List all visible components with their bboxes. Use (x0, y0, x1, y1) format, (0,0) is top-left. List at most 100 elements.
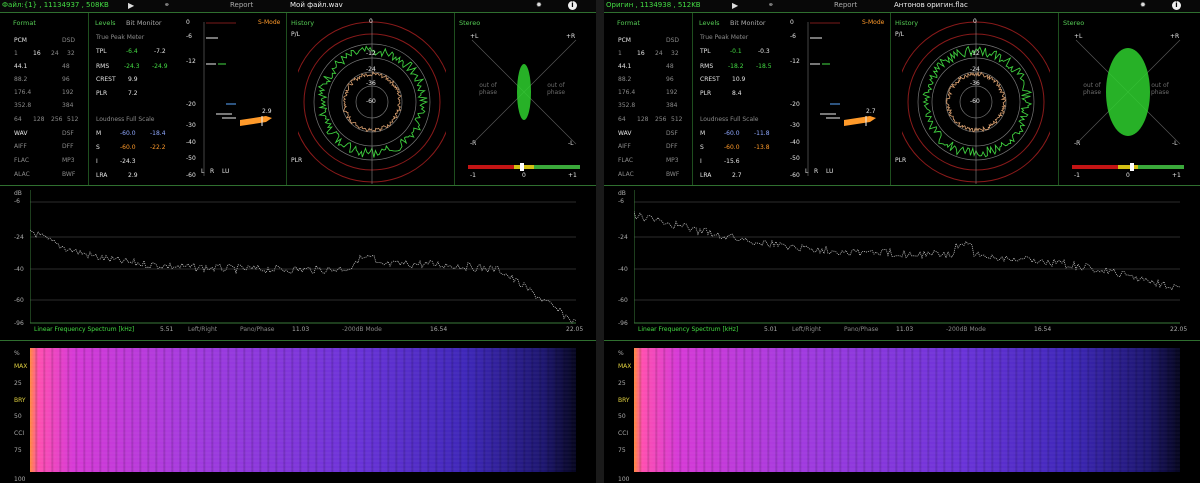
spectrum-x-2: 11.03 (292, 326, 310, 333)
history-ring-0: 0 (369, 18, 373, 25)
mode-200db[interactable]: -200dB Mode (946, 326, 986, 333)
format-option: 16 (33, 50, 41, 57)
smode-meter (203, 22, 272, 176)
info-icon[interactable]: i (1172, 1, 1181, 10)
format-option: DSD (62, 37, 76, 44)
spectrum-y-tick: -60 (14, 297, 24, 304)
spectrum-x-3: 16.54 (430, 326, 448, 333)
info-icon[interactable]: i (568, 1, 577, 10)
spectrogram-label: 75 (618, 447, 626, 454)
format-option: 88.2 (14, 76, 28, 83)
plr-value: 7.2 (128, 90, 138, 97)
mode-left-right[interactable]: Left/Right (792, 326, 821, 333)
report-button[interactable]: Report (834, 1, 857, 10)
tpl-label: TPL (700, 48, 711, 55)
spectrogram-label: CCI (14, 430, 25, 437)
microscope-icon[interactable]: ⚭ (164, 1, 170, 10)
m-label: M (700, 130, 706, 137)
file-info: Файл:{1} , 11134937 , 508KB (2, 1, 109, 9)
smode-scale-label: -40 (790, 139, 800, 146)
history-ring-24: -24 (366, 66, 376, 73)
format-option: 64 (618, 116, 626, 123)
smode-scale-label: -50 (790, 155, 800, 162)
format-option: 1 (14, 50, 18, 57)
plr-value: 8.4 (732, 90, 742, 97)
mode-200db[interactable]: -200dB Mode (342, 326, 382, 333)
bit-monitor-label[interactable]: Bit Monitor (126, 19, 162, 27)
gear-icon[interactable]: ✹ (1140, 1, 1146, 10)
spectrum-y-tick: -24 (618, 234, 628, 241)
spectrum-plot (30, 190, 576, 324)
top-bar: Оригин , 1134938 , 512KB ▶ ⚭ Report Анто… (604, 0, 1200, 13)
spectrogram-label: 25 (14, 380, 22, 387)
spectrum-x-1: 5.01 (764, 326, 778, 333)
spectrogram-label: MAX (618, 363, 632, 370)
smode-scale-label: -40 (186, 139, 196, 146)
spectrum-y-tick: -96 (618, 320, 628, 327)
mode-left-right[interactable]: Left/Right (188, 326, 217, 333)
stereo-goniometer (471, 39, 577, 145)
smode-foot-r: R (210, 168, 215, 175)
tpl-right: -7.2 (154, 48, 166, 55)
history-ring-60: -60 (366, 98, 376, 105)
smode-foot-l: L (201, 168, 205, 175)
play-icon[interactable]: ▶ (128, 1, 134, 10)
bit-monitor-label[interactable]: Bit Monitor (730, 19, 766, 27)
smode-value: 2.7 (866, 108, 876, 115)
tpl-left: -6.4 (126, 48, 138, 55)
format-option: 44.1 (14, 63, 28, 70)
spectrogram-label: 100 (14, 476, 26, 483)
format-option: 192 (666, 89, 678, 96)
m-value-a: -60.0 (120, 130, 136, 137)
smode-foot-lu: LU (222, 168, 230, 175)
smode-scale-label: -12 (186, 58, 196, 65)
play-icon[interactable]: ▶ (732, 1, 738, 10)
format-option: 16 (637, 50, 645, 57)
format-option: 512 (67, 116, 79, 123)
mode-pano-phase[interactable]: Pano/Phase (844, 326, 878, 333)
phase-scale-mid: 0 (1126, 172, 1130, 179)
true-peak-title: True Peak Meter (700, 34, 749, 41)
format-option: BWF (666, 171, 680, 178)
spectrogram-label: 25 (618, 380, 626, 387)
s-label: S (96, 144, 100, 151)
format-option: 32 (67, 50, 75, 57)
loudness-title: Loudness Full Scale (700, 116, 759, 123)
tpl-left: -0.1 (730, 48, 742, 55)
format-option: DSF (62, 130, 74, 137)
format-option: 352.8 (14, 102, 32, 109)
microscope-icon[interactable]: ⚭ (768, 1, 774, 10)
spectrum-db-label: dB (618, 190, 626, 197)
spectrum-x-2: 11.03 (896, 326, 914, 333)
spectrogram-divider (0, 340, 596, 341)
i-value: -24.3 (120, 158, 136, 165)
spectrogram-label: % (618, 350, 624, 357)
format-option: WAV (618, 130, 632, 137)
s-value-b: -13.8 (754, 144, 770, 151)
spectrum-y-tick: -6 (14, 198, 20, 205)
report-button[interactable]: Report (230, 1, 253, 10)
format-option: 256 (51, 116, 63, 123)
spectrogram (634, 348, 1180, 472)
crest-value: 10.9 (732, 76, 746, 83)
tpl-right: -0.3 (758, 48, 770, 55)
format-option: 352.8 (618, 102, 636, 109)
spectrogram-label: 50 (618, 413, 626, 420)
history-ring-36: -36 (366, 80, 376, 87)
history-ring-60: -60 (970, 98, 980, 105)
smode-foot-r: R (814, 168, 819, 175)
format-option: DSD (666, 37, 680, 44)
gear-icon[interactable]: ✹ (536, 1, 542, 10)
format-option: FLAC (618, 157, 634, 164)
s-value-a: -60.0 (120, 144, 136, 151)
format-option: 48 (666, 63, 674, 70)
spectrum-y-tick: -60 (618, 297, 628, 304)
format-option: 176.4 (14, 89, 32, 96)
format-option: PCM (14, 37, 27, 44)
smode-scale-label: -6 (790, 33, 796, 40)
spectrum-divider (0, 185, 596, 186)
history-ring-12: -12 (970, 50, 980, 57)
spectrum-y-tick: -96 (14, 320, 24, 327)
filename: Антонов оригин.flac (894, 1, 968, 9)
mode-pano-phase[interactable]: Pano/Phase (240, 326, 274, 333)
